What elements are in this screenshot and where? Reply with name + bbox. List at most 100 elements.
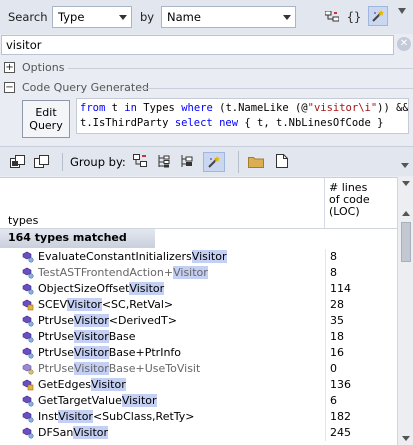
loc-value: 6	[330, 394, 337, 407]
column-divider	[325, 393, 326, 409]
toolbar-separator	[62, 153, 63, 171]
loc-value: 0	[330, 362, 337, 375]
type-name: PtrUseVisitor<DerivedT>	[38, 314, 177, 327]
group-header[interactable]: 164 types matched	[0, 229, 155, 248]
scrollbar-thumb[interactable]	[401, 222, 411, 262]
column-divider	[325, 281, 326, 297]
query-wand-icon	[208, 156, 220, 168]
loc-value: 28	[330, 298, 344, 311]
type-name: TestASTFrontendAction+Visitor	[38, 266, 208, 279]
table-row[interactable]: GetEdgesVisitor 136	[0, 377, 397, 393]
type-name: DFSanVisitor	[38, 426, 109, 439]
vertical-scrollbar[interactable]	[397, 177, 413, 445]
column-divider	[325, 345, 326, 361]
query-line-2: t.IsThirdParty select new { t, t.NbLines…	[80, 117, 384, 129]
column-divider	[325, 313, 326, 329]
group-header-label: 164 types matched	[8, 231, 127, 244]
table-row[interactable]: PtrUseVisitorBase 18	[0, 329, 397, 345]
loc-value: 245	[330, 426, 351, 439]
loc-value: 8	[330, 266, 337, 279]
options-divider	[68, 68, 413, 69]
loc-value: 114	[330, 282, 351, 295]
class-icon	[22, 395, 34, 407]
table-row[interactable]: ObjectSizeOffsetVisitor 114	[0, 281, 397, 297]
table-row[interactable]: PtrUseVisitor<DerivedT> 35	[0, 313, 397, 329]
table-row[interactable]: EvaluateConstantInitializersVisitor 8	[0, 249, 397, 265]
loc-value: 8	[330, 250, 337, 263]
column-header-types[interactable]: types	[0, 178, 325, 228]
group-namespace-icon[interactable]	[157, 154, 171, 171]
table-row[interactable]: DFSanVisitor 245	[0, 425, 397, 441]
search-type-value: Type	[58, 10, 85, 24]
export-icon[interactable]	[10, 155, 26, 172]
struct-icon	[22, 363, 34, 375]
search-input-value: visitor	[6, 38, 42, 52]
toolbar-overflow-icon[interactable]	[401, 163, 409, 168]
search-field-dropdown[interactable]: Name	[161, 6, 296, 28]
table-row[interactable]: SCEVVisitor<SC,RetVal> 28	[0, 297, 397, 313]
copy-icon[interactable]	[34, 155, 50, 172]
options-expand-toggle[interactable]: +	[4, 62, 15, 73]
search-type-dropdown[interactable]: Type	[52, 6, 132, 28]
class-icon	[22, 283, 34, 295]
query-wand-icon[interactable]	[368, 6, 388, 26]
type-name: PtrUseVisitorBase+PtrInfo	[38, 346, 182, 359]
loc-value: 16	[330, 346, 344, 359]
generated-section-header[interactable]: Code Query Generated	[22, 81, 149, 94]
generated-collapse-toggle[interactable]: −	[4, 82, 15, 93]
by-label: by	[140, 10, 155, 24]
query-line-1: from t in Types where (t.NameLike (@"vis…	[80, 102, 409, 114]
type-name: InstVisitor<SubClass,RetTy>	[38, 410, 195, 423]
loc-value: 18	[330, 330, 344, 343]
table-row[interactable]: GetTargetValueVisitor 6	[0, 393, 397, 409]
type-name: PtrUseVisitorBase+UseToVisit	[38, 362, 201, 375]
chevron-down-icon	[119, 15, 127, 20]
column-divider	[325, 249, 326, 265]
column-divider	[325, 329, 326, 345]
results-grid: types # lines of code (LOC) 164 types ma…	[0, 177, 397, 445]
braces-icon[interactable]: {}	[344, 7, 364, 27]
generated-divider	[140, 88, 413, 89]
scroll-down-icon[interactable]	[402, 436, 410, 441]
column-header-types-label: types	[8, 214, 39, 227]
type-name: EvaluateConstantInitializersVisitor	[38, 250, 227, 263]
column-divider	[325, 377, 326, 393]
edit-query-line1: Edit	[35, 106, 57, 119]
table-row[interactable]: PtrUseVisitorBase+PtrInfo 16	[0, 345, 397, 361]
toolbar-separator-2	[238, 151, 239, 173]
table-row[interactable]: PtrUseVisitorBase+UseToVisit 0	[0, 361, 397, 377]
hierarchy-icon[interactable]	[322, 7, 342, 27]
clear-search-icon[interactable]: ✕	[397, 37, 411, 51]
query-text[interactable]: from t in Types where (t.NameLike (@"vis…	[76, 98, 409, 134]
table-row[interactable]: InstVisitor<SubClass,RetTy> 182	[0, 409, 397, 425]
table-row[interactable]: TestASTFrontendAction+Visitor 8	[0, 265, 397, 281]
column-divider	[325, 425, 326, 441]
column-divider	[325, 265, 326, 281]
search-label: Search	[8, 10, 48, 24]
group-assembly-icon[interactable]	[133, 154, 147, 171]
search-input[interactable]: visitor	[1, 35, 394, 55]
folder-icon[interactable]	[248, 155, 264, 171]
type-name: PtrUseVisitorBase	[38, 330, 136, 343]
results-toolbar: Group by:	[0, 146, 413, 176]
type-name: GetTargetValueVisitor	[38, 394, 157, 407]
class-icon	[22, 331, 34, 343]
panel-menu-icon[interactable]	[398, 8, 406, 14]
class-icon	[22, 315, 34, 327]
search-field-value: Name	[167, 10, 201, 24]
scroll-up-icon[interactable]	[402, 211, 410, 216]
column-header-loc[interactable]: # lines of code (LOC)	[325, 178, 397, 228]
scroll-menu-icon[interactable]	[402, 181, 410, 186]
class-icon	[22, 251, 34, 263]
edit-query-line2: Query	[29, 119, 63, 132]
file-icon[interactable]	[276, 154, 288, 171]
group-query-wand-button[interactable]	[203, 152, 225, 172]
group-by-label: Group by:	[70, 155, 126, 169]
template-icon	[22, 379, 34, 391]
class-icon	[22, 411, 34, 423]
group-type-icon[interactable]	[180, 154, 194, 171]
edit-query-button[interactable]: Edit Query	[22, 100, 70, 138]
options-section-header[interactable]: Options	[22, 61, 64, 74]
class-icon	[22, 427, 34, 439]
column-divider	[325, 297, 326, 313]
